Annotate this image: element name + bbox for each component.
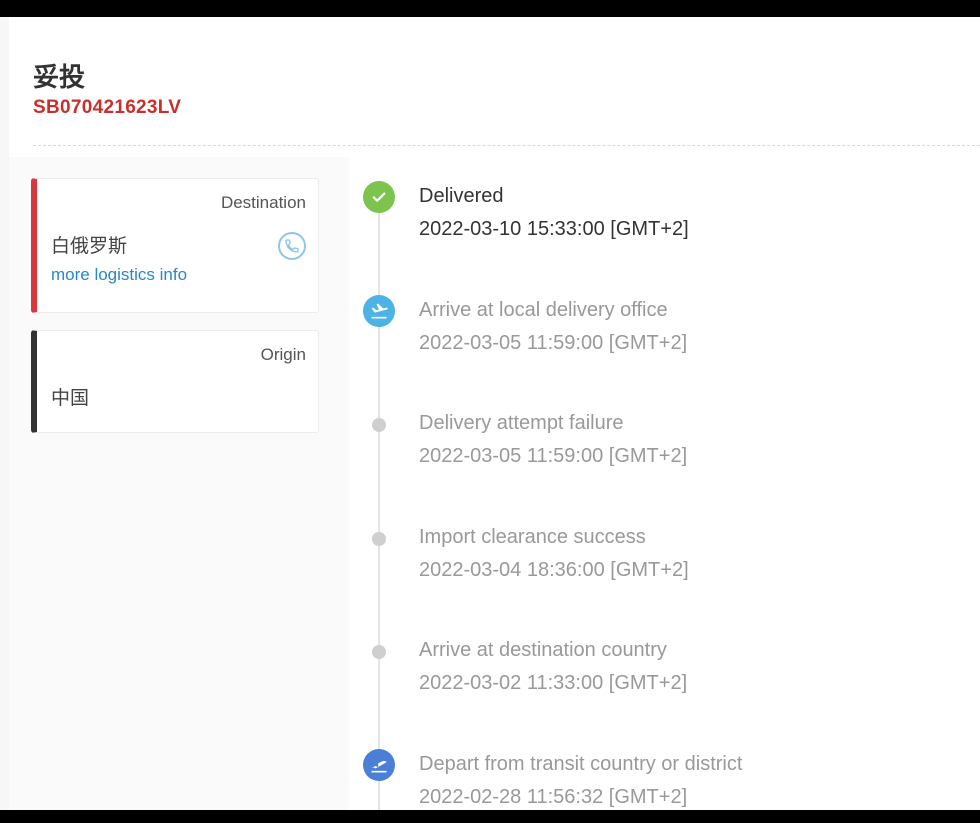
timeline-event-arrive-local: Arrive at local delivery office 2022-03-… [349, 293, 949, 373]
tracking-page: 妥投 SB070421623LV Destination 白俄罗斯 more l… [0, 17, 980, 810]
timeline-event-delivered: Delivered 2022-03-10 15:33:00 [GMT+2] [349, 179, 949, 259]
destination-country: 白俄罗斯 [51, 236, 128, 257]
dot-icon [372, 532, 386, 546]
plane-takeoff-icon [363, 749, 395, 781]
event-time: 2022-02-28 11:56:32 [GMT+2] [419, 786, 688, 808]
timeline-event-arrive-destination: Arrive at destination country 2022-03-02… [349, 633, 949, 713]
timeline-event-depart-transit: Depart from transit country or district … [349, 747, 949, 810]
event-time: 2022-03-05 11:59:00 [GMT+2] [419, 332, 688, 354]
phone-icon[interactable] [278, 232, 306, 260]
timeline-line [378, 181, 380, 810]
origin-country: 中国 [51, 388, 90, 409]
tracking-panel: 妥投 SB070421623LV Destination 白俄罗斯 more l… [9, 17, 980, 810]
event-time: 2022-03-10 15:33:00 [GMT+2] [419, 218, 689, 240]
check-icon [363, 181, 395, 213]
dot-icon [372, 418, 386, 432]
route-column: Destination 白俄罗斯 more logistics info Ori… [9, 157, 349, 810]
origin-card: Origin 中国 [31, 330, 319, 433]
dashed-divider [33, 145, 980, 146]
tracking-timeline: Delivered 2022-03-10 15:33:00 [GMT+2] Ar… [349, 157, 980, 810]
origin-label: Origin [260, 345, 306, 364]
event-status: Arrive at local delivery office [419, 299, 668, 321]
event-time: 2022-03-04 18:36:00 [GMT+2] [419, 559, 689, 581]
event-status: Arrive at destination country [419, 639, 667, 661]
more-logistics-info-link[interactable]: more logistics info [51, 265, 187, 285]
plane-landing-icon [363, 295, 395, 327]
tracking-number: SB070421623LV [33, 97, 182, 118]
destination-label: Destination [220, 193, 306, 212]
timeline-event-import-clearance: Import clearance success 2022-03-04 18:3… [349, 520, 949, 600]
package-status-title: 妥投 [33, 62, 86, 92]
timeline-event-attempt-failure: Delivery attempt failure 2022-03-05 11:5… [349, 406, 949, 486]
event-time: 2022-03-05 11:59:00 [GMT+2] [419, 445, 688, 467]
event-time: 2022-03-02 11:33:00 [GMT+2] [419, 672, 688, 694]
event-status: Delivery attempt failure [419, 412, 624, 434]
destination-card: Destination 白俄罗斯 more logistics info [31, 178, 319, 313]
dot-icon [372, 645, 386, 659]
event-status: Depart from transit country or district [419, 753, 743, 775]
event-status: Delivered [419, 185, 504, 207]
event-status: Import clearance success [419, 526, 646, 548]
